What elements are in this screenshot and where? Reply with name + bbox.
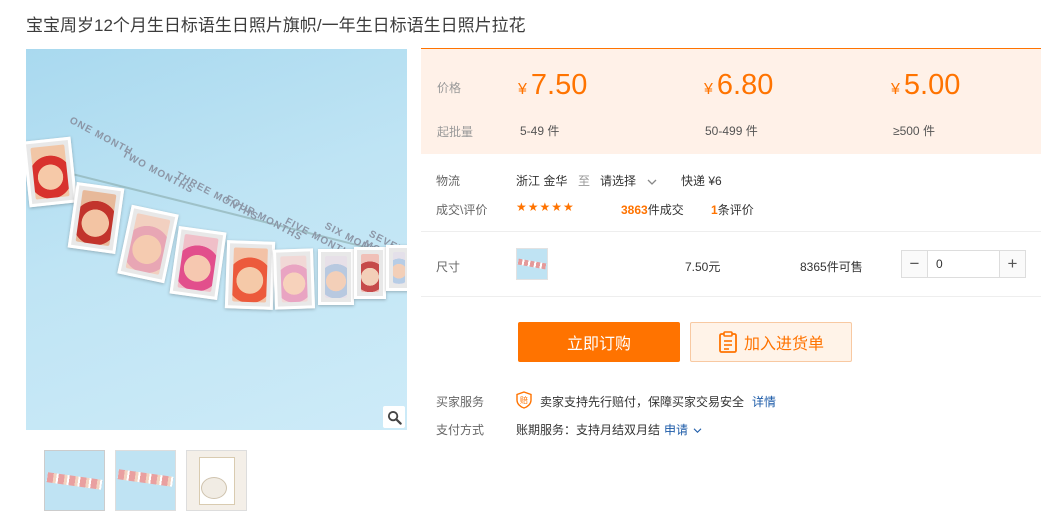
- order-now-button[interactable]: 立即订购: [518, 322, 680, 362]
- tier-price: ¥7.50: [518, 69, 588, 101]
- apply-link[interactable]: 申请: [664, 421, 702, 438]
- baby-photo: [26, 136, 78, 208]
- baby-photo: [318, 249, 354, 305]
- payment-text: 账期服务：支持月结双月结: [516, 423, 661, 437]
- thumbnail-image[interactable]: [44, 450, 105, 511]
- thumbnail-image[interactable]: [186, 450, 247, 511]
- clipboard-icon: [719, 331, 737, 353]
- shield-icon: 赔: [516, 391, 532, 409]
- divider: [421, 296, 1041, 297]
- service-details-link[interactable]: 详情: [752, 393, 776, 410]
- destination-select[interactable]: 请选择: [600, 172, 657, 189]
- baby-photo: [272, 248, 316, 310]
- baby-photo: [386, 245, 407, 291]
- tier-price: ¥5.00: [891, 69, 961, 101]
- ship-from: 浙江 金华: [516, 174, 568, 188]
- deal-count[interactable]: 3863件成交: [621, 201, 684, 218]
- baby-photo: [67, 181, 125, 255]
- chevron-down-icon: [647, 179, 657, 185]
- add-to-purchase-list-button[interactable]: 加入进货单: [690, 322, 852, 362]
- baby-photo: [354, 247, 386, 299]
- deals-label: 成交\评价: [436, 203, 488, 217]
- increase-button[interactable]: +: [999, 251, 1025, 277]
- zoom-button[interactable]: [383, 406, 405, 428]
- magnifier-icon: [387, 410, 402, 425]
- express-fee: 快递 ¥6: [681, 174, 722, 188]
- service-text: 卖家支持先行赔付，保障买家交易安全: [540, 395, 745, 409]
- sku-price: 7.50元: [685, 260, 721, 274]
- size-label: 尺寸: [436, 260, 461, 274]
- tier-quantity: 5-49 件: [520, 124, 560, 138]
- price-label: 价格: [437, 81, 462, 95]
- tier-quantity: ≥500 件: [893, 124, 935, 138]
- divider: [421, 231, 1041, 232]
- payment-label: 支付方式: [436, 423, 485, 437]
- tier-quantity: 50-499 件: [705, 124, 758, 138]
- thumbnail-image[interactable]: [115, 450, 176, 511]
- thumbnail-strip: [44, 450, 247, 511]
- baby-photo: [224, 240, 276, 310]
- main-product-image[interactable]: ONE MONTH TWO MONTHS THREE MONTHS FOUR M…: [26, 49, 407, 430]
- review-count[interactable]: 1条评价: [711, 201, 754, 218]
- sku-stock: 8365件可售: [800, 260, 863, 274]
- buyer-service-label: 买家服务: [436, 395, 485, 409]
- logistics-label: 物流: [436, 174, 461, 188]
- baby-photo: [117, 204, 179, 284]
- decrease-button[interactable]: −: [902, 251, 928, 277]
- chevron-down-icon: [693, 428, 702, 434]
- ship-to-word: 至: [578, 174, 591, 188]
- min-order-label: 起批量: [437, 125, 474, 139]
- sku-thumbnail[interactable]: [516, 248, 548, 280]
- baby-photo: [169, 225, 227, 301]
- svg-text:赔: 赔: [520, 395, 528, 405]
- price-panel: 价格 起批量 ¥7.50 ¥6.80 ¥5.00 5-49 件 50-499 件…: [421, 48, 1041, 154]
- product-title: 宝宝周岁12个月生日标语生日照片旗帜/一年生日标语生日照片拉花: [26, 16, 526, 35]
- quantity-input[interactable]: [928, 251, 999, 277]
- quantity-stepper: − +: [901, 250, 1026, 278]
- tier-price: ¥6.80: [704, 69, 774, 101]
- rating-stars: ★★★★★: [516, 200, 575, 214]
